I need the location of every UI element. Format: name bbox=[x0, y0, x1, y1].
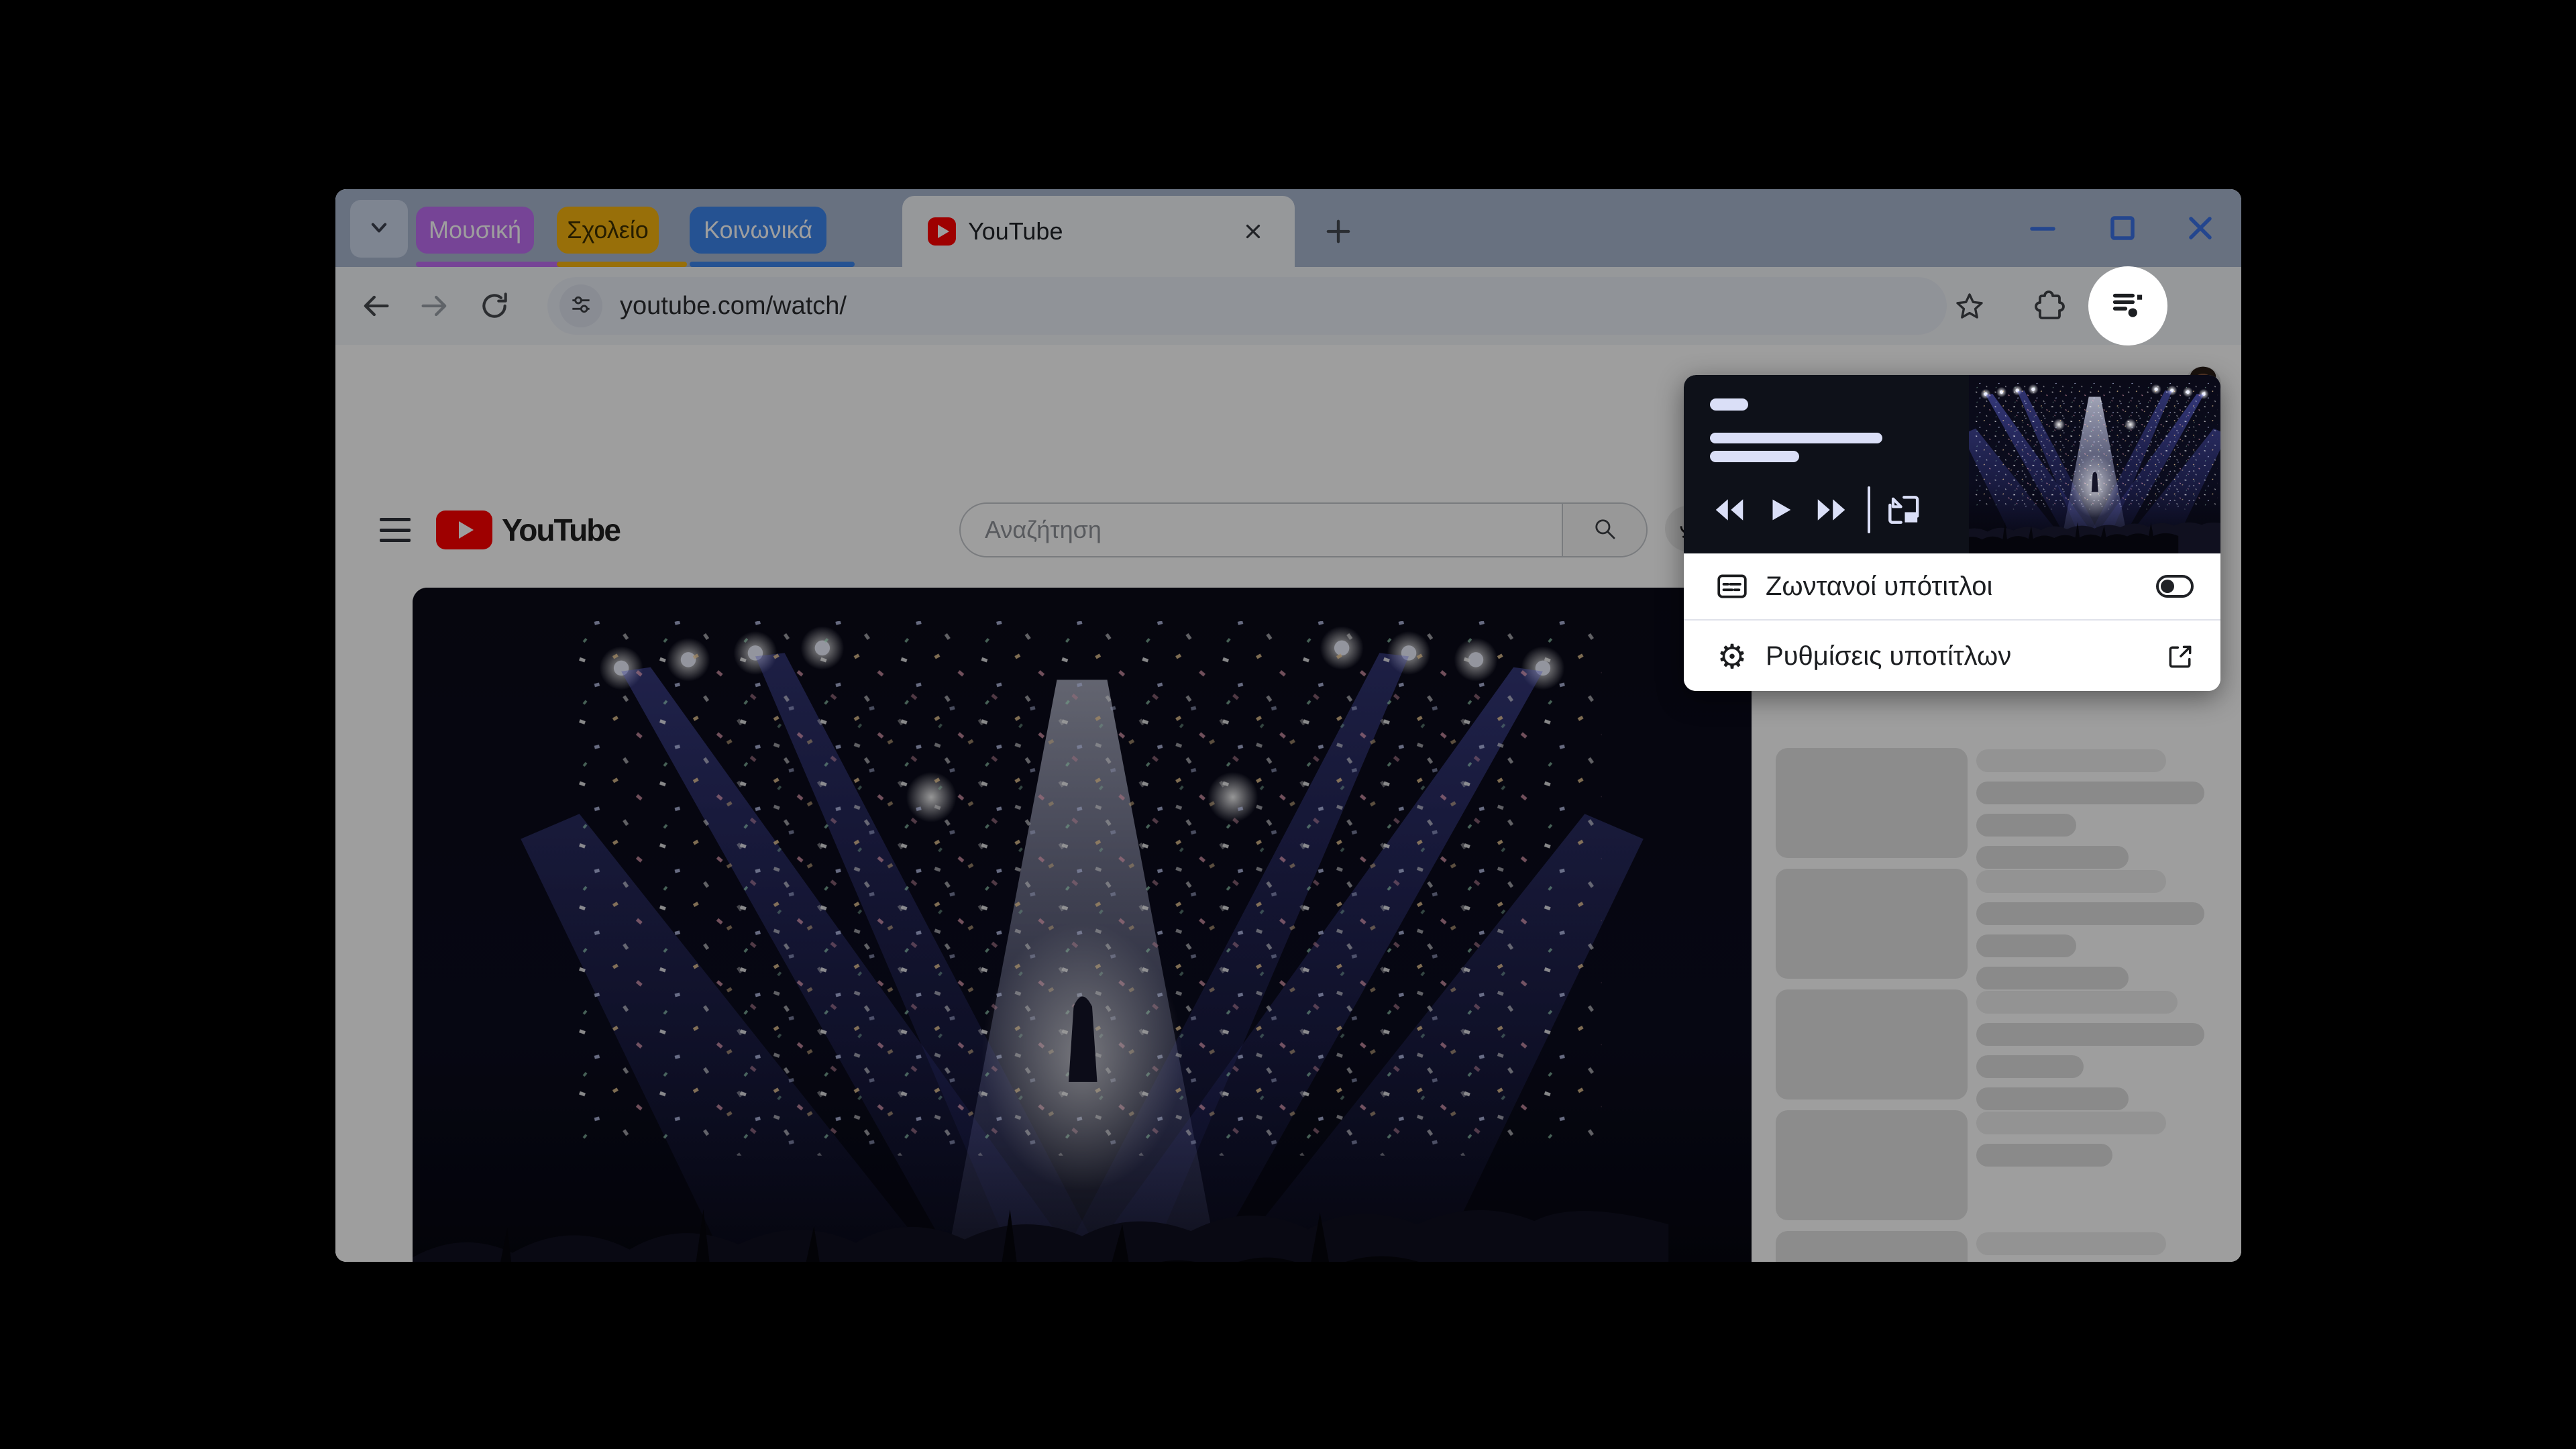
captions-icon bbox=[1715, 570, 1750, 603]
media-artwork bbox=[1969, 375, 2220, 553]
caption-settings-label: Ρυθμίσεις υποτίτλων bbox=[1766, 641, 2011, 672]
playlist-music-icon bbox=[2108, 285, 2147, 327]
gear-icon: ⚙ bbox=[1715, 640, 1750, 674]
live-captions-toggle[interactable] bbox=[2156, 575, 2194, 598]
concert-artwork-image bbox=[1969, 375, 2220, 553]
media-controls-popup: Ζωντανοί υπότιτλοι ⚙ Ρυθμίσεις υποτίτλων bbox=[1684, 375, 2220, 691]
controls-divider bbox=[1868, 486, 1870, 533]
media-title-placeholder bbox=[1710, 398, 1748, 411]
media-text-placeholder-long bbox=[1710, 433, 1882, 443]
media-text-placeholder-short bbox=[1710, 451, 1799, 462]
play-button[interactable] bbox=[1759, 488, 1802, 531]
caption-settings-row[interactable]: ⚙ Ρυθμίσεις υποτίτλων bbox=[1684, 622, 2220, 691]
live-captions-label: Ζωντανοί υπότιτλοι bbox=[1766, 572, 1992, 602]
media-session-card bbox=[1684, 375, 2220, 553]
media-controls-button[interactable] bbox=[2088, 266, 2167, 345]
browser-window: Μουσική Σχολείο Κοινωνικά YouTube bbox=[335, 189, 2241, 1262]
dim-overlay bbox=[335, 189, 2241, 1262]
open-in-new-icon bbox=[2165, 642, 2195, 672]
live-captions-row[interactable]: Ζωντανοί υπότιτλοι bbox=[1684, 553, 2220, 621]
previous-track-button[interactable] bbox=[1708, 488, 1751, 531]
next-track-button[interactable] bbox=[1810, 488, 1853, 531]
picture-in-picture-button[interactable] bbox=[1881, 488, 1924, 531]
